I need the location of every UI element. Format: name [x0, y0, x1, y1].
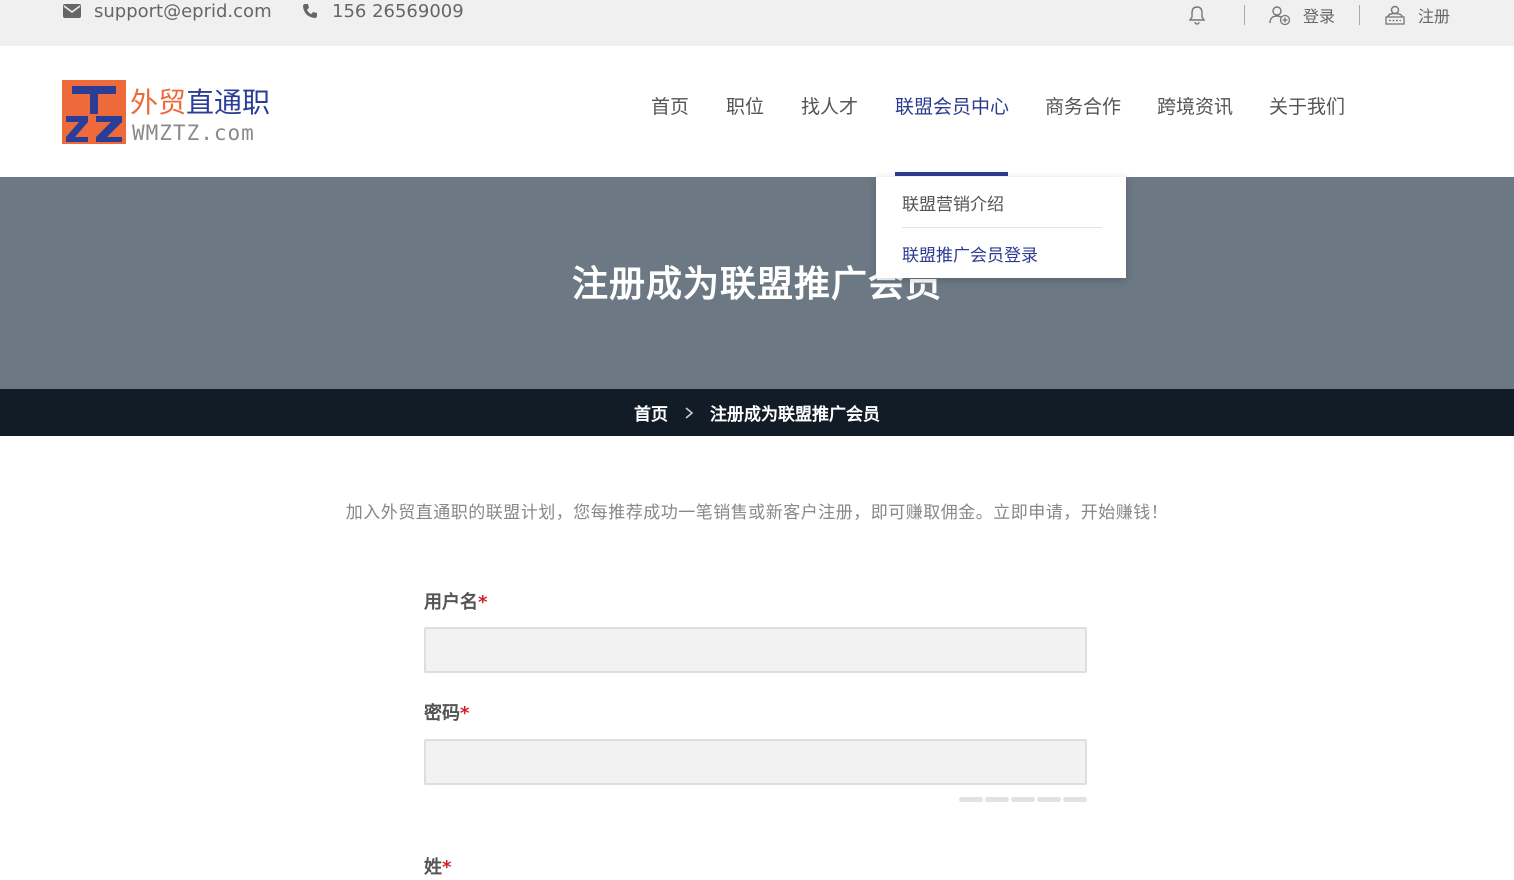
intro-text: 加入外贸直通职的联盟计划，您每推荐成功一笔销售或新客户注册，即可赚取佣金。立即申…	[345, 503, 1169, 523]
lastname-label: 姓*	[424, 853, 451, 879]
dropdown-item-affiliate-login[interactable]: 联盟推广会员登录	[902, 241, 1038, 266]
logo-mark-icon	[62, 80, 126, 144]
required-mark: *	[478, 592, 488, 613]
logo-chinese-text: 外贸直通职	[130, 87, 270, 119]
notifications-button[interactable]	[1186, 4, 1220, 26]
page-title: 注册成为联盟推广会员	[571, 264, 942, 305]
login-link[interactable]: 登录	[1269, 3, 1335, 27]
site-header: 外贸直通职 WMZTZ.com 首页 职位 找人才 联盟会员中心 商务合作 跨境…	[0, 46, 1514, 177]
contact-email[interactable]: support@eprid.com	[62, 0, 272, 22]
chevron-right-icon	[684, 406, 694, 420]
nav-active-indicator	[895, 172, 1008, 176]
breadcrumb-home[interactable]: 首页	[634, 400, 668, 425]
strength-segment	[1063, 797, 1087, 802]
bell-icon	[1186, 4, 1208, 26]
login-label[interactable]: 登录	[1303, 3, 1335, 27]
password-input[interactable]	[424, 739, 1087, 785]
register-icon	[1384, 4, 1406, 26]
contact-phone-text[interactable]: 156 26569009	[332, 1, 464, 22]
register-link[interactable]: 注册	[1384, 3, 1450, 27]
strength-segment	[1037, 797, 1061, 802]
divider	[902, 227, 1102, 228]
strength-segment	[1011, 797, 1035, 802]
logo-english-text: WMZTZ.com	[132, 121, 255, 145]
password-label-text: 密码	[424, 703, 460, 724]
strength-segment	[959, 797, 983, 802]
contact-phone[interactable]: 156 26569009	[300, 0, 464, 22]
register-label[interactable]: 注册	[1418, 3, 1450, 27]
logo-cn-part2: 直通职	[186, 86, 271, 119]
username-label-text: 用户名	[424, 592, 478, 613]
top-bar: support@eprid.com 156 26569009 登录 注册	[0, 0, 1514, 46]
site-logo[interactable]: 外贸直通职 WMZTZ.com	[62, 79, 276, 145]
envelope-icon	[62, 1, 82, 21]
username-label: 用户名*	[424, 588, 487, 614]
nav-item-affiliate-center[interactable]: 联盟会员中心	[895, 92, 1009, 119]
phone-icon	[300, 1, 320, 21]
username-input[interactable]	[424, 627, 1087, 673]
nav-item-news[interactable]: 跨境资讯	[1157, 92, 1233, 119]
logo-cn-part1: 外贸	[130, 86, 187, 119]
nav-item-talent[interactable]: 找人才	[801, 92, 858, 119]
account-links: 登录 注册	[1186, 2, 1450, 28]
breadcrumb: 首页 注册成为联盟推广会员	[0, 389, 1514, 436]
required-mark: *	[460, 703, 470, 724]
nav-dropdown-menu: 联盟营销介绍 联盟推广会员登录	[876, 177, 1126, 278]
contact-email-text[interactable]: support@eprid.com	[94, 1, 272, 22]
nav-item-business[interactable]: 商务合作	[1045, 92, 1121, 119]
dropdown-item-affiliate-intro[interactable]: 联盟营销介绍	[902, 190, 1004, 215]
page-hero: 注册成为联盟推广会员	[0, 177, 1514, 389]
breadcrumb-current: 注册成为联盟推广会员	[710, 405, 880, 425]
nav-item-about[interactable]: 关于我们	[1269, 92, 1345, 119]
password-label: 密码*	[424, 699, 469, 725]
divider	[1358, 5, 1360, 25]
user-plus-icon	[1269, 4, 1291, 26]
lastname-label-text: 姓	[424, 857, 442, 878]
required-mark: *	[442, 857, 452, 878]
password-strength-meter	[957, 797, 1087, 802]
strength-segment	[985, 797, 1009, 802]
nav-item-home[interactable]: 首页	[651, 92, 689, 119]
nav-item-jobs[interactable]: 职位	[726, 92, 764, 119]
divider	[1243, 5, 1245, 25]
